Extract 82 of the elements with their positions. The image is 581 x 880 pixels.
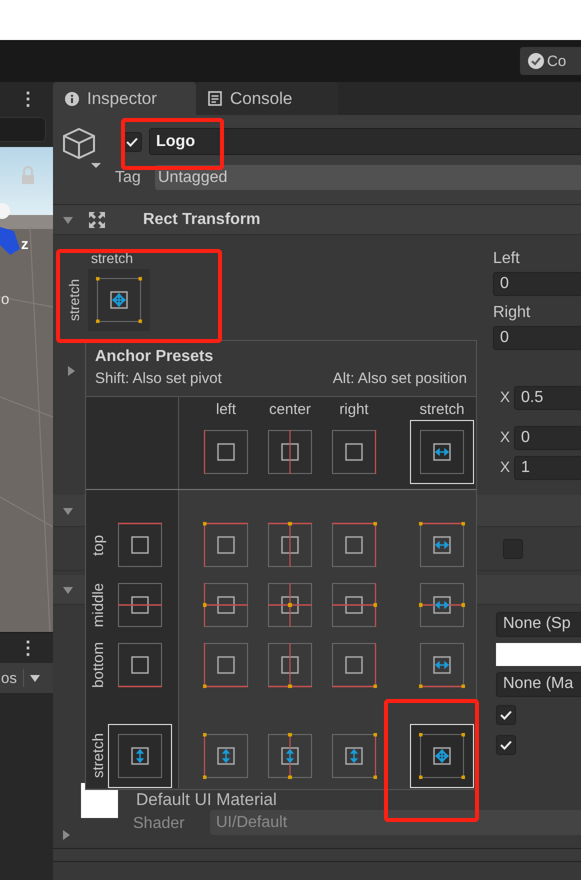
anchor-preset-icon — [96, 277, 142, 323]
number-field[interactable]: 0 — [514, 426, 581, 450]
row-label: bottom — [90, 642, 108, 688]
field-label: Right — [493, 304, 530, 323]
scene-label: o — [1, 291, 10, 308]
anchor-preset-icon — [419, 733, 465, 779]
anchor-preset-icon — [267, 582, 313, 628]
anchor-preset-icon — [203, 642, 249, 688]
row-label: stretch — [90, 733, 108, 778]
anchor-preset-icon — [203, 582, 249, 628]
fold-arrow-icon[interactable] — [63, 214, 73, 224]
anchor-preset-icon — [331, 522, 377, 568]
anchor-preset-icon — [331, 582, 377, 628]
collab-button[interactable]: Co — [520, 47, 581, 75]
anchor-preset-icon — [117, 642, 163, 688]
object-field[interactable]: None (Sp — [496, 612, 581, 637]
number-field[interactable]: 0 — [493, 326, 581, 350]
number-field[interactable]: 0 — [493, 272, 581, 296]
axis-label: X — [500, 459, 510, 476]
anchor-preset-icon — [203, 522, 249, 568]
field-label: Left — [493, 250, 520, 269]
gizmos-label[interactable]: os — [1, 670, 17, 686]
anchor-preset-icon — [117, 522, 163, 568]
fold-arrow-icon[interactable] — [61, 830, 71, 840]
panel-tab[interactable]: Inspector — [53, 82, 196, 115]
material-name: Default UI Material — [136, 790, 277, 810]
dropdown-caret-icon[interactable] — [30, 674, 40, 682]
anchor-preset-button[interactable] — [108, 724, 172, 788]
anchor-preset-icon — [267, 429, 313, 475]
rect-transform-icon — [88, 210, 106, 228]
panel-tab[interactable]: Console — [196, 82, 338, 115]
axis-label: X — [500, 429, 510, 446]
row-label: top — [90, 534, 108, 556]
number-field[interactable]: 0.5 — [514, 386, 581, 410]
color-field[interactable] — [496, 643, 581, 666]
anchor-preset-icon — [267, 642, 313, 688]
anchor-preset-icon — [203, 733, 249, 779]
shader-label: Shader — [133, 815, 185, 833]
checkbox[interactable] — [496, 734, 516, 754]
anchor-preset-icon — [117, 733, 163, 779]
cube-icon[interactable] — [61, 127, 103, 169]
axis-label: z — [21, 236, 28, 253]
tag-dropdown[interactable]: Untagged — [155, 165, 581, 190]
anchor-preset-icon — [419, 522, 465, 568]
name-field[interactable]: Logo — [149, 128, 581, 155]
hint-text: Shift: Also set pivot — [95, 369, 222, 389]
anchor-preset-icon — [331, 733, 377, 779]
anchor-preset-button[interactable] — [410, 420, 474, 484]
column-label: center — [269, 401, 311, 419]
anchor-preset-button[interactable] — [410, 724, 474, 788]
anchor-preset-icon — [117, 582, 163, 628]
fold-arrow-icon[interactable] — [63, 506, 73, 516]
anchor-preset-icon — [267, 733, 313, 779]
component-title: Rect Transform — [143, 210, 260, 228]
anchor-label: stretch — [91, 250, 134, 266]
console-icon — [208, 91, 222, 106]
anchor-label: stretch — [66, 278, 83, 321]
tag-label: Tag — [115, 168, 142, 186]
object-field[interactable]: None (Ma — [496, 672, 581, 697]
checkbox[interactable] — [496, 704, 516, 724]
check-circle-icon — [528, 53, 544, 69]
fold-arrow-icon[interactable] — [66, 366, 76, 376]
anchor-preset-icon — [419, 642, 465, 688]
row-label: middle — [90, 582, 108, 628]
column-label: stretch — [419, 401, 464, 419]
anchor-preset-icon — [203, 429, 249, 475]
fold-arrow-icon[interactable] — [63, 584, 73, 594]
info-icon — [65, 92, 79, 106]
anchor-preset-button[interactable] — [88, 269, 150, 331]
column-label: right — [339, 401, 369, 419]
anchor-preset-icon — [419, 429, 465, 475]
anchor-preset-icon — [267, 522, 313, 568]
anchor-preset-icon — [331, 429, 377, 475]
menu-icon[interactable]: ⋮ — [19, 88, 37, 110]
anchor-preset-icon — [419, 582, 465, 628]
anchor-preset-icon — [331, 642, 377, 688]
hint-text: Alt: Also set position — [332, 369, 467, 389]
column-label: left — [216, 401, 236, 419]
popup-title: Anchor Presets — [95, 347, 214, 367]
menu-icon[interactable]: ⋮ — [19, 637, 37, 659]
number-field[interactable]: 1 — [514, 456, 581, 480]
axis-label: X — [500, 389, 510, 406]
